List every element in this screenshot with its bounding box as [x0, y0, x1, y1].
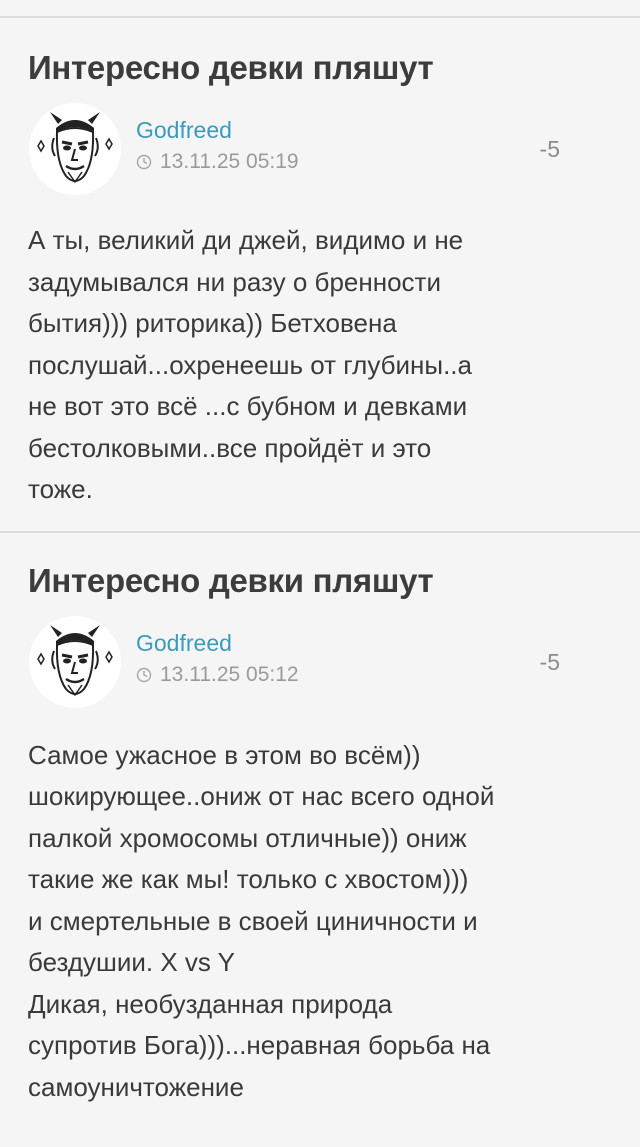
author-name[interactable]: Godfreed [136, 116, 232, 144]
rating-score: -5 [539, 648, 560, 675]
post-title[interactable]: Интересно девки пляшут [28, 533, 612, 601]
comment-body: Самое ужасное в этом во всём)) шокирующе… [28, 739, 495, 1102]
post-title[interactable]: Интересно девки пляшут [28, 18, 612, 88]
post-meta: Godfreed 13.11.25 05:12 -5 [28, 615, 612, 711]
clock-icon [136, 667, 152, 682]
post-meta: Godfreed 13.11.25 05:19 -5 [28, 102, 612, 198]
timestamp-row: 13.11.25 05:19 [136, 148, 299, 176]
timestamp-row: 13.11.25 05:12 [136, 661, 299, 689]
comment-feed: Интересно девки пляшут Godfreed 13.11.25… [0, 16, 640, 1108]
comment-post: Интересно девки пляшут Godfreed 13.11.25… [0, 18, 640, 511]
comment-post: Интересно девки пляшут Godfreed 13.11.25… [0, 533, 640, 1109]
timestamp: 13.11.25 05:12 [160, 662, 299, 686]
avatar[interactable] [28, 102, 122, 196]
rating-score: -5 [539, 136, 560, 162]
clock-icon [136, 154, 152, 170]
timestamp: 13.11.25 05:19 [160, 150, 299, 173]
author-name[interactable]: Godfreed [136, 629, 232, 657]
avatar[interactable] [28, 615, 122, 709]
comment-body: А ты, великий ди джей, видимо и не задум… [28, 225, 472, 504]
